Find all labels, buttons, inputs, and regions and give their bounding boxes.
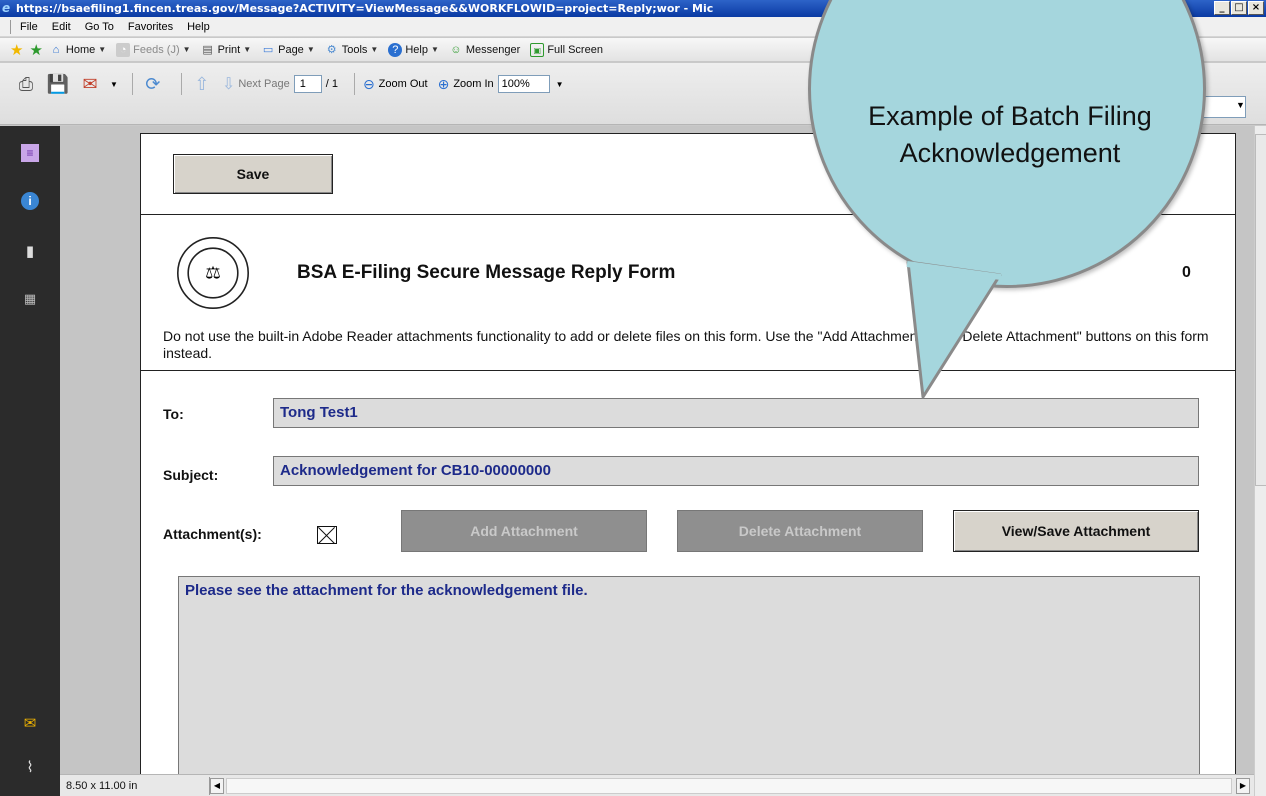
horizontal-scrollbar[interactable] (226, 778, 1232, 794)
fullscreen-button[interactable]: ▣ Full Screen (530, 42, 603, 57)
home-button[interactable]: ⌂ Home ▼ (49, 43, 107, 57)
to-field[interactable]: Tong Test1 (273, 398, 1199, 428)
form-title-trail: 0 (1182, 264, 1191, 281)
window-title: https://bsaefiling1.fincen.treas.gov/Mes… (16, 2, 714, 15)
close-button[interactable]: × (1248, 1, 1264, 15)
menu-file[interactable]: File (20, 21, 38, 33)
delete-attachment-button[interactable]: Delete Attachment (677, 510, 923, 552)
help-icon: ? (388, 42, 403, 57)
menu-grip (10, 19, 12, 34)
zoom-level-input[interactable] (497, 75, 550, 93)
zoom-out-icon[interactable]: ⊖ (363, 76, 375, 93)
scrollbar-thumb[interactable] (1255, 134, 1266, 486)
add-favorites-icon[interactable]: ★ (29, 41, 42, 59)
help-button[interactable]: ? Help ▼ (388, 42, 439, 57)
pages-icon[interactable]: ≡ (21, 144, 39, 162)
toolbar-separator (353, 73, 355, 95)
next-page-button[interactable]: Next Page (238, 78, 289, 90)
zoom-out-button[interactable]: Zoom Out (379, 78, 428, 90)
paperclip-icon[interactable]: ⌇ (21, 758, 39, 776)
maximize-button[interactable]: □ (1231, 1, 1247, 15)
view-save-attachment-button[interactable]: View/Save Attachment (953, 510, 1199, 552)
printer-icon: ▤ (202, 43, 213, 56)
callout-text: Example of Batch Filing Acknowledgement (868, 101, 1152, 168)
tools-button[interactable]: ⚙ Tools ▼ (325, 43, 379, 57)
feeds-button[interactable]: ◔ Feeds (J) ▼ (116, 42, 191, 57)
chevron-down-icon[interactable]: ▼ (431, 45, 439, 54)
attachment-checkbox[interactable] (317, 526, 337, 544)
to-label: To: (163, 406, 184, 422)
toolbar-separator (180, 73, 182, 95)
page-icon: ▭ (262, 43, 274, 56)
home-icon: ⌂ (52, 43, 60, 56)
messenger-button[interactable]: ☺ Messenger (449, 43, 520, 57)
chevron-down-icon[interactable]: ▼ (1236, 100, 1245, 110)
chevron-down-icon[interactable]: ▼ (98, 45, 106, 54)
left-navigation-pane: ≡ i ▮ ▦ ✉ ⌇ (0, 126, 60, 796)
menu-edit[interactable]: Edit (52, 21, 71, 33)
signatures-icon[interactable]: ▦ (21, 290, 39, 308)
chevron-down-icon[interactable]: ▼ (307, 45, 315, 54)
menu-goto[interactable]: Go To (85, 21, 114, 33)
scales-icon: ⚖ (187, 247, 239, 299)
chevron-down-icon[interactable]: ▼ (110, 80, 118, 89)
menu-help[interactable]: Help (187, 21, 210, 33)
messenger-icon: ☺ (450, 43, 462, 56)
vertical-scrollbar[interactable] (1254, 126, 1266, 796)
save-disk-icon[interactable]: 💾 (46, 72, 70, 96)
previous-page-icon[interactable]: ⇧ (190, 72, 214, 96)
collaborate-icon[interactable]: ⟳ (141, 72, 165, 96)
info-icon[interactable]: i (21, 192, 39, 210)
print-button[interactable]: ▤ Print ▼ (201, 43, 251, 57)
toolbar-separator (131, 73, 133, 95)
page-size-readout: 8.50 x 11.00 in (60, 777, 210, 795)
zoom-in-icon[interactable]: ⊕ (438, 76, 450, 93)
subject-label: Subject: (163, 467, 219, 483)
form-title: BSA E-Filing Secure Message Reply Form (297, 262, 676, 283)
scroll-right-arrow-icon[interactable]: ▶ (1236, 778, 1250, 794)
menu-favorites[interactable]: Favorites (128, 21, 173, 33)
comments-icon[interactable]: ✉ (21, 714, 39, 732)
page-button[interactable]: ▭ Page ▼ (261, 43, 315, 57)
pdf-toolbar-row: ⎙ 💾 ✉ ▼ ⟳ ⇧ ⇩ Next Page / 1 ⊖ Zoom Out ⊕… (0, 69, 564, 99)
favorites-star-icon[interactable]: ★ (10, 41, 23, 59)
window-controls: _ □ × (1214, 1, 1264, 15)
chevron-down-icon[interactable]: ▼ (370, 45, 378, 54)
print-icon[interactable]: ⎙ (14, 72, 38, 96)
browser-e-icon: e (2, 1, 11, 15)
gear-icon: ⚙ (326, 43, 337, 56)
attachment-notice: Do not use the built-in Adobe Reader att… (163, 328, 1209, 361)
chevron-down-icon[interactable]: ▼ (243, 45, 251, 54)
message-body-field[interactable]: Please see the attachment for the acknow… (178, 576, 1200, 774)
attachments-panel-icon[interactable]: ▮ (21, 242, 39, 260)
add-attachment-button[interactable]: Add Attachment (401, 510, 647, 552)
section-divider (141, 370, 1235, 371)
chevron-down-icon[interactable]: ▼ (556, 80, 564, 89)
chevron-down-icon[interactable]: ▼ (183, 45, 191, 54)
page-number-input[interactable] (293, 75, 322, 93)
share-icon[interactable]: ✉ (78, 72, 102, 96)
feeds-icon: ◔ (116, 42, 131, 57)
minimize-button[interactable]: _ (1214, 1, 1230, 15)
status-bar: 8.50 x 11.00 in ◀ ▶ (60, 774, 1254, 796)
fincen-seal-logo: ⚖ (177, 237, 249, 309)
subject-field[interactable]: Acknowledgement for CB10-00000000 (273, 456, 1199, 486)
page-total: / 1 (325, 78, 338, 90)
zoom-in-button[interactable]: Zoom In (453, 78, 493, 90)
next-page-icon[interactable]: ⇩ (222, 74, 235, 94)
save-button[interactable]: Save (173, 154, 333, 194)
attachments-label: Attachment(s): (163, 526, 262, 542)
scroll-left-arrow-icon[interactable]: ◀ (210, 778, 224, 794)
fullscreen-icon: ▣ (530, 42, 545, 57)
